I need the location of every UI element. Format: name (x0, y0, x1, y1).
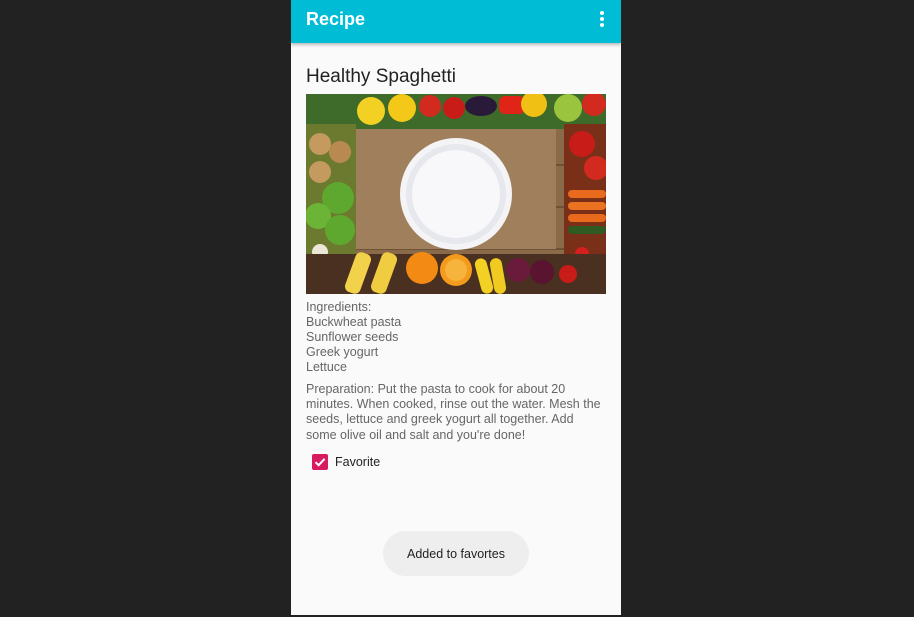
ingredients-block: Ingredients: Buckwheat pasta Sunflower s… (306, 300, 606, 375)
phone-screen: Recipe Healthy Spaghetti Ingredients: Bu… (291, 0, 621, 615)
toast-text: Added to favortes (407, 546, 505, 561)
ingredient-item: Greek yogurt (306, 345, 379, 359)
favorite-label: Favorite (335, 455, 381, 469)
app-bar: Recipe (291, 0, 621, 43)
ingredient-item: Buckwheat pasta (306, 315, 402, 329)
check-icon (314, 458, 326, 467)
more-vert-icon[interactable] (597, 9, 607, 29)
recipe-photo (306, 94, 606, 294)
ingredients-label: Ingredients: (306, 300, 372, 314)
toast-message: Added to favortes (383, 531, 529, 576)
favorite-checkbox[interactable] (312, 454, 328, 470)
ingredient-item: Lettuce (306, 360, 348, 374)
favorite-toggle[interactable]: Favorite (312, 453, 380, 471)
ingredient-item: Sunflower seeds (306, 330, 399, 344)
preparation-text: Preparation: Put the pasta to cook for a… (306, 382, 601, 442)
recipe-title: Healthy Spaghetti (306, 66, 456, 87)
app-bar-title: Recipe (306, 9, 366, 29)
